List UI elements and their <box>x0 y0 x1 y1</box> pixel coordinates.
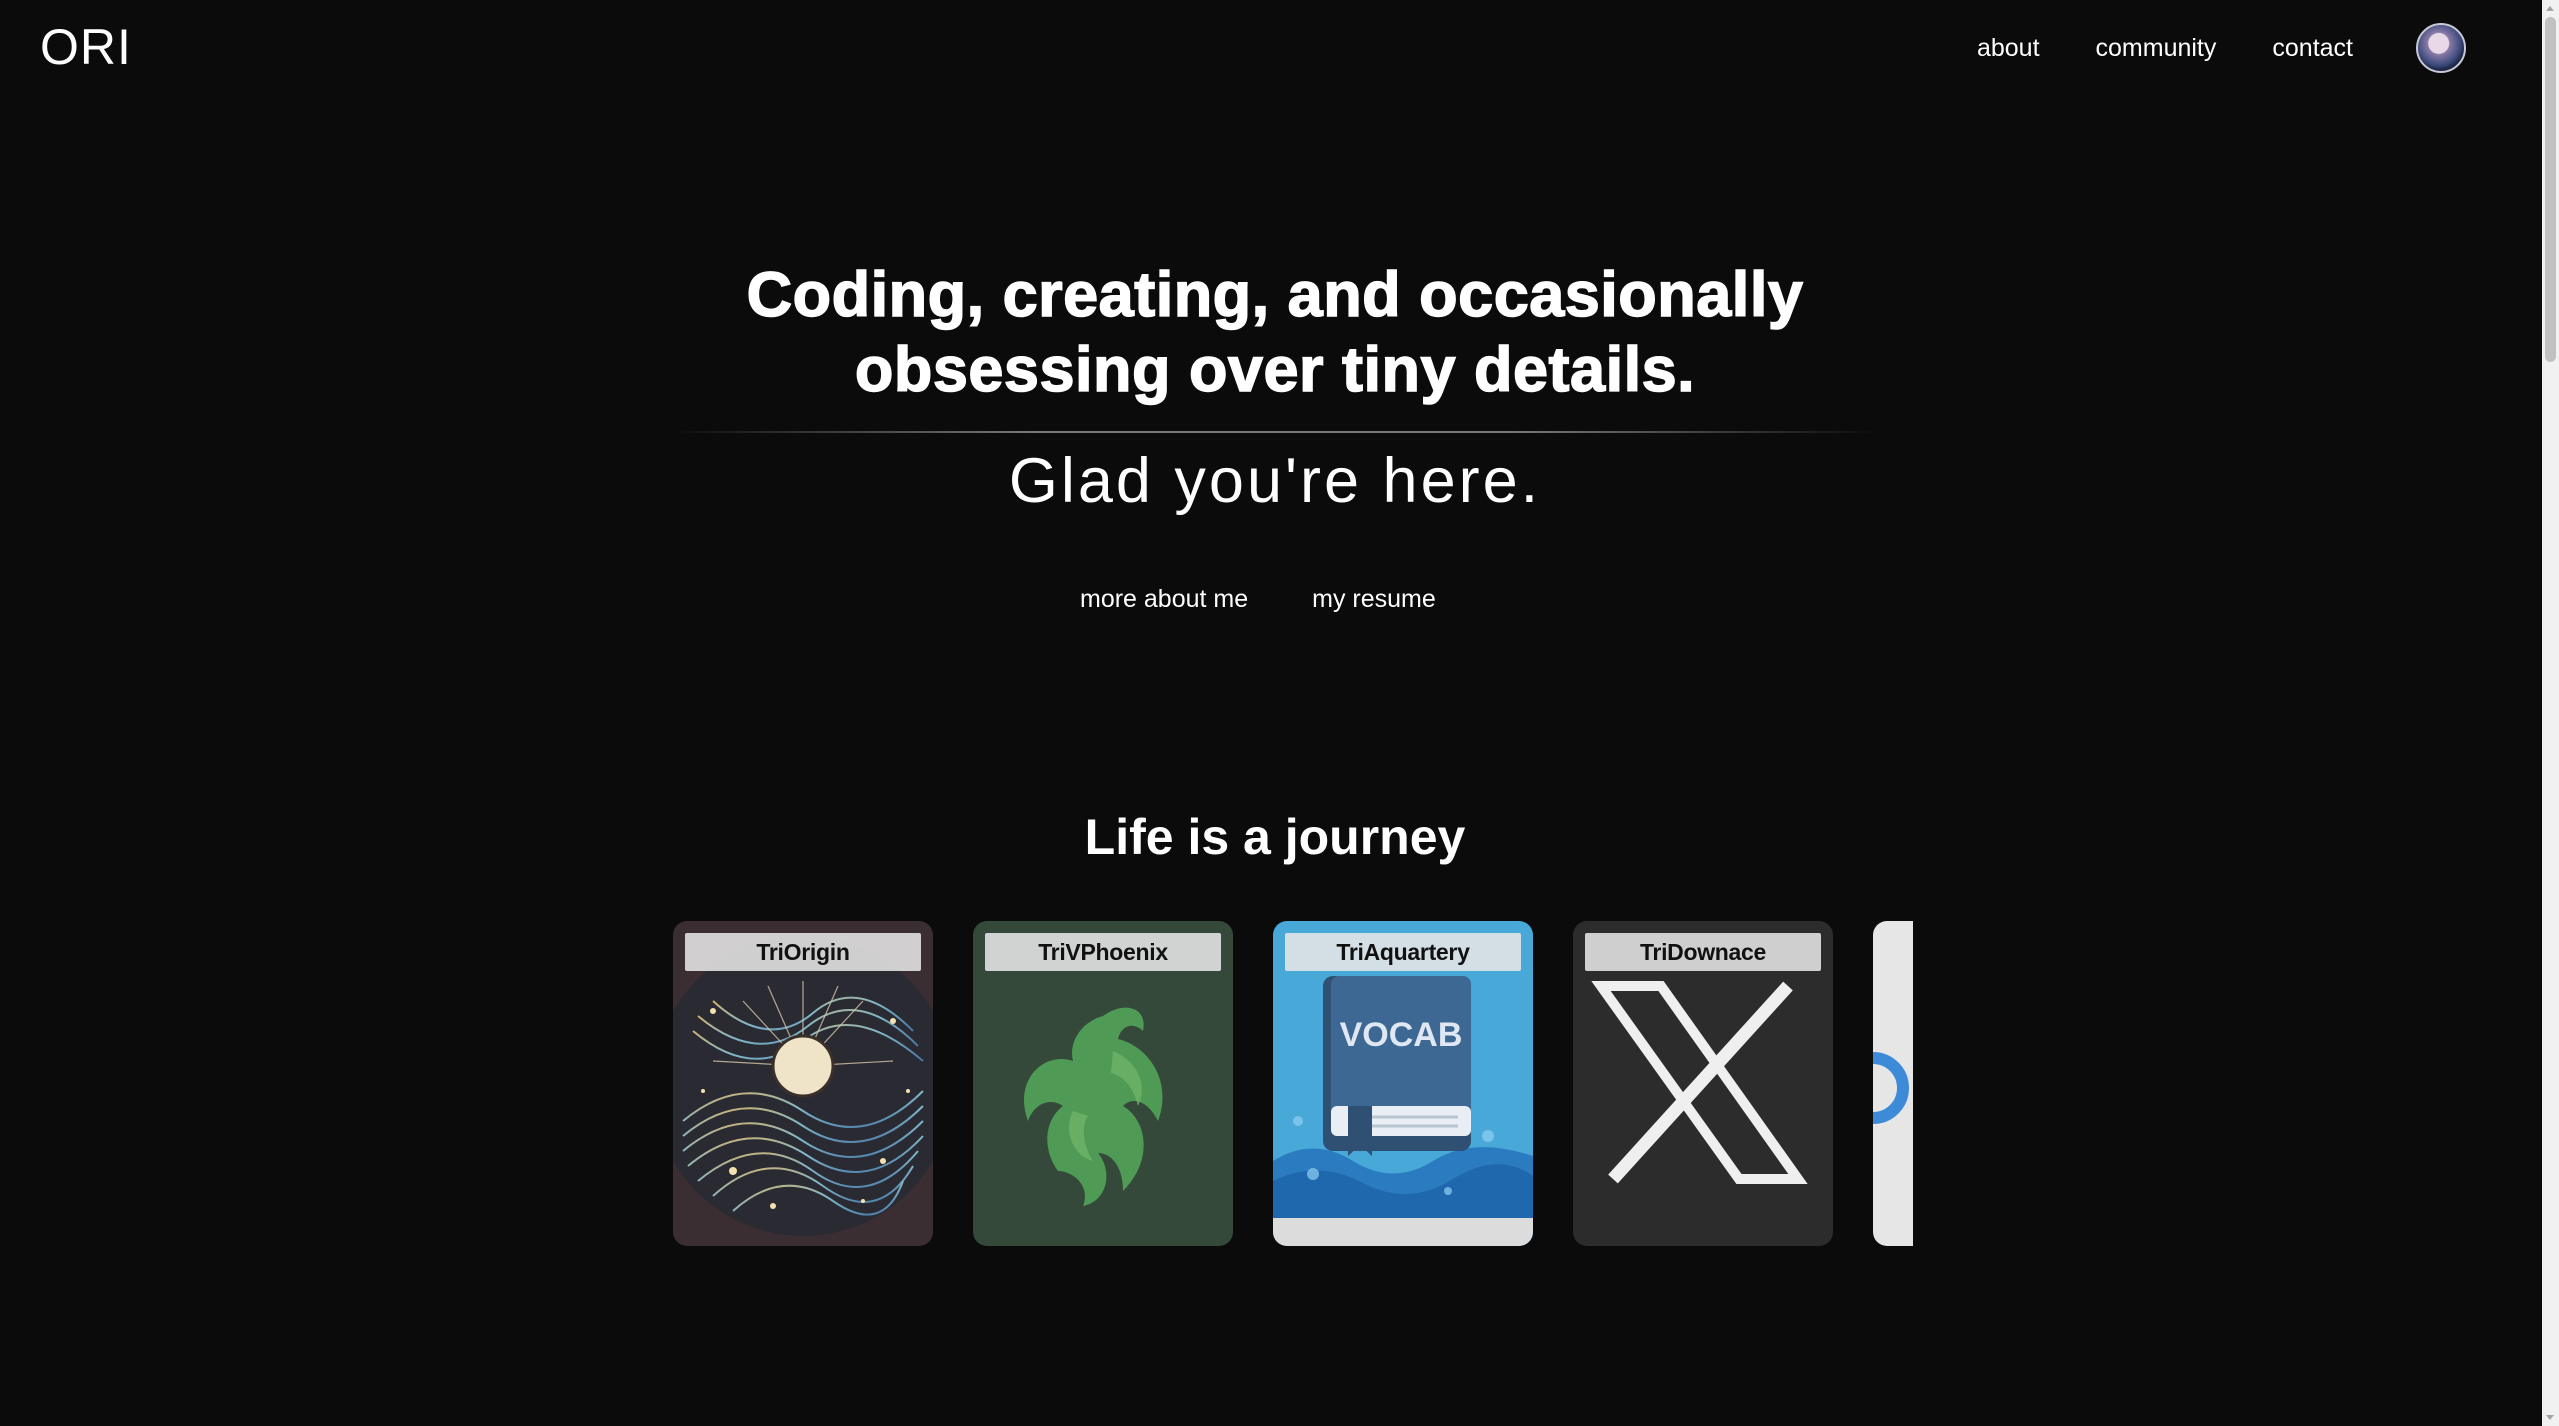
hero-title: Coding, creating, and occasionally obses… <box>640 258 1910 408</box>
card-label: TriVPhoenix <box>985 933 1221 971</box>
page-scrollbar[interactable] <box>2542 0 2559 1426</box>
vocab-book-text: VOCAB <box>1340 1016 1463 1054</box>
card-tridownace[interactable]: TriDownace <box>1573 921 1833 1246</box>
scroll-up-arrow-icon[interactable] <box>2546 6 2554 11</box>
journey-carousel[interactable]: TriOrigin TriVPhoenix VOCAB TriAquartery… <box>673 921 1913 1247</box>
page: ORI about community contact Coding, crea… <box>0 0 2559 1426</box>
nav-about[interactable]: about <box>1977 34 2040 63</box>
nav-community[interactable]: community <box>2096 34 2217 63</box>
top-nav: about community contact <box>1921 20 2466 76</box>
card-label <box>1885 933 1913 971</box>
hero-links: more about me my resume <box>1080 585 1500 614</box>
nav-contact[interactable]: contact <box>2272 34 2353 63</box>
hero-subtitle: Glad you're here. <box>1008 446 1542 516</box>
hero-title-line-2: obsessing over tiny details. <box>854 334 1696 406</box>
scroll-thumb[interactable] <box>2545 17 2556 362</box>
my-resume-link[interactable]: my resume <box>1312 585 1436 614</box>
card-label: TriOrigin <box>685 933 921 971</box>
scroll-down-arrow-icon[interactable] <box>2546 1415 2554 1420</box>
hero-divider <box>670 431 1880 433</box>
more-about-me-link[interactable]: more about me <box>1080 585 1248 614</box>
journey-title: Life is a journey <box>1084 809 1466 865</box>
site-logo[interactable]: ORI <box>40 18 132 76</box>
hero-title-line-1: Coding, creating, and occasionally <box>746 259 1804 331</box>
card-trivphoenix[interactable]: TriVPhoenix <box>973 921 1233 1246</box>
card-partial[interactable] <box>1873 921 1913 1246</box>
card-triorigin[interactable]: TriOrigin <box>673 921 933 1246</box>
card-label: TriAquartery <box>1285 933 1521 971</box>
card-label: TriDownace <box>1585 933 1821 971</box>
card-triaquartery[interactable]: VOCAB TriAquartery <box>1273 921 1533 1246</box>
user-avatar-icon[interactable] <box>2416 23 2466 73</box>
